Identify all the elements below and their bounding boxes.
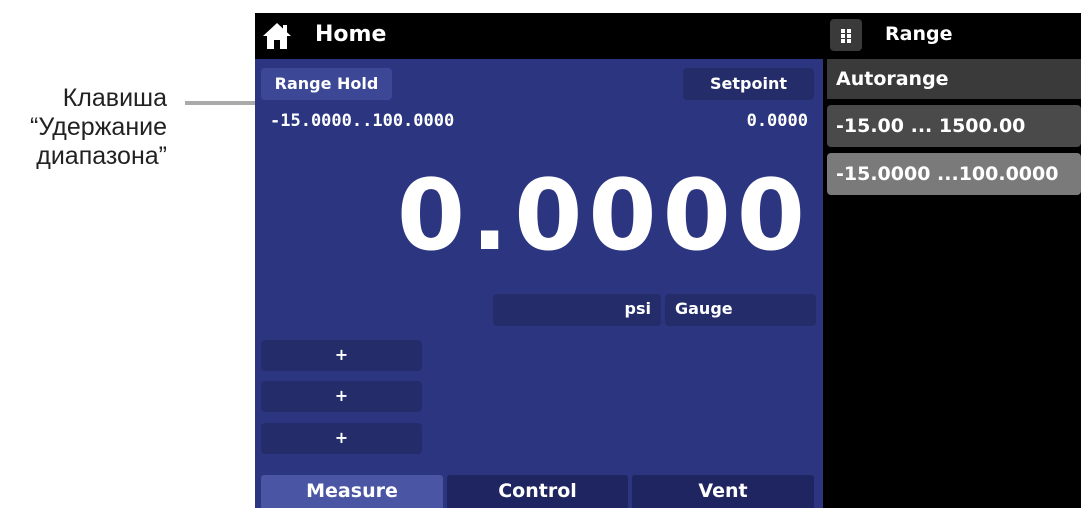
tab-measure[interactable]: Measure xyxy=(261,475,443,508)
pressure-reading: 0.0000 xyxy=(396,159,811,273)
grid-icon[interactable] xyxy=(830,19,862,51)
setpoint-value: 0.0000 xyxy=(746,111,808,131)
mode-label: Gauge xyxy=(675,299,733,318)
add-button-1[interactable]: + xyxy=(261,340,422,371)
setpoint-button[interactable]: Setpoint xyxy=(683,68,814,100)
range-panel-title: Range xyxy=(885,23,953,45)
unit-selector[interactable]: psi xyxy=(493,294,661,326)
main-pane: Range Hold Setpoint -15.0000..100.0000 0… xyxy=(255,59,823,508)
range-text: -15.0000..100.0000 xyxy=(270,111,455,131)
add-button-3[interactable]: + xyxy=(261,423,422,454)
callout-line-3: диапазона” xyxy=(36,142,167,170)
device-screen: Home Range Hold Setpoint -15.0000..100.0… xyxy=(255,13,1081,508)
top-bar: Home xyxy=(255,13,823,59)
range-panel: Range Autorange -15.00 ... 1500.00 -15.0… xyxy=(823,13,1081,508)
range-item-autorange[interactable]: Autorange xyxy=(827,59,1081,99)
range-hold-button[interactable]: Range Hold xyxy=(261,68,392,100)
tab-vent[interactable]: Vent xyxy=(632,475,814,508)
tab-control[interactable]: Control xyxy=(447,475,628,508)
unit-label: psi xyxy=(624,299,651,318)
home-icon[interactable] xyxy=(262,21,292,51)
add-button-2[interactable]: + xyxy=(261,381,422,412)
range-item-2-selected[interactable]: -15.0000 ...100.0000 xyxy=(827,153,1081,195)
mode-selector[interactable]: Gauge xyxy=(665,294,816,326)
page-title: Home xyxy=(315,22,387,47)
range-item-1[interactable]: -15.00 ... 1500.00 xyxy=(827,105,1081,147)
